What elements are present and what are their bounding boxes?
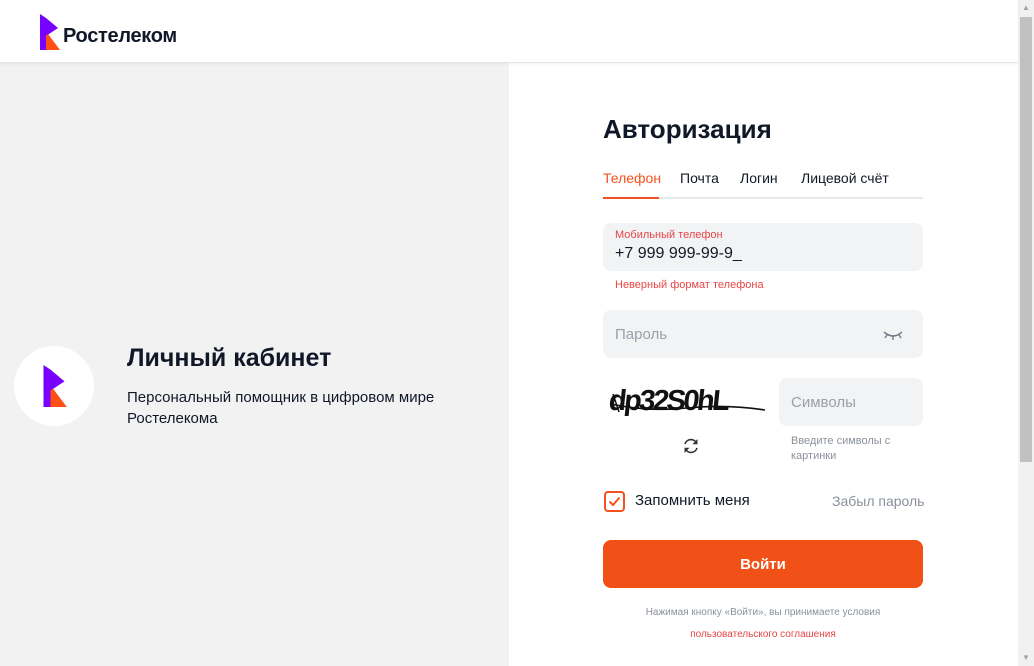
rostelecom-logo-icon [40,14,60,50]
login-button[interactable]: Войти [603,540,923,588]
tab-phone[interactable]: Телефон [603,170,661,186]
auth-title: Авторизация [603,114,772,144]
brand-logo[interactable]: Ростелеком [38,14,177,50]
captcha-placeholder: Символы [791,394,856,411]
captcha-image: dp32S0hL [607,385,766,417]
promo-title: Личный кабинет [127,344,332,372]
forgot-password-link[interactable]: Забыл пароль [832,493,924,509]
phone-field[interactable]: Мобильный телефон +7 999 999-99-9_ [603,223,923,271]
captcha-input[interactable]: Символы [779,378,923,426]
auth-tabs: Телефон Почта Логин Лицевой счёт [603,166,923,199]
phone-error-message: Неверный формат телефона [615,279,764,291]
top-header: Ростелеком [0,0,1018,63]
captcha-text: dp32S0hL [607,385,731,417]
brand-name: Ростелеком [63,24,177,47]
tab-email[interactable]: Почта [680,170,719,186]
scrollbar-thumb[interactable] [1020,17,1032,462]
promo-logo-badge [14,346,94,426]
captcha-hint: Введите символы с картинки [791,435,891,462]
checkmark-icon [608,496,621,507]
remember-checkbox[interactable] [604,491,625,512]
eye-closed-icon[interactable] [883,328,903,347]
password-field[interactable]: Пароль [603,310,923,358]
active-tab-indicator [603,197,659,199]
terms-text: Нажимая кнопку «Войти», вы принимаете ус… [645,607,881,618]
phone-field-label: Мобильный телефон [615,229,723,241]
password-placeholder: Пароль [615,326,668,343]
remember-label[interactable]: Запомнить меня [635,492,750,509]
terms-link[interactable]: пользовательского соглашения [603,629,923,640]
scroll-down-arrow-icon[interactable]: ▼ [1018,650,1034,666]
refresh-icon[interactable] [681,436,701,461]
phone-field-value: +7 999 999-99-9_ [615,245,742,262]
tab-login[interactable]: Логин [740,170,778,186]
promo-subtitle: Персональный помощник в цифровом мире Ро… [127,389,435,427]
rostelecom-logo-icon [43,365,67,407]
scroll-up-arrow-icon[interactable]: ▲ [1018,0,1034,16]
tab-account[interactable]: Лицевой счёт [801,170,889,186]
